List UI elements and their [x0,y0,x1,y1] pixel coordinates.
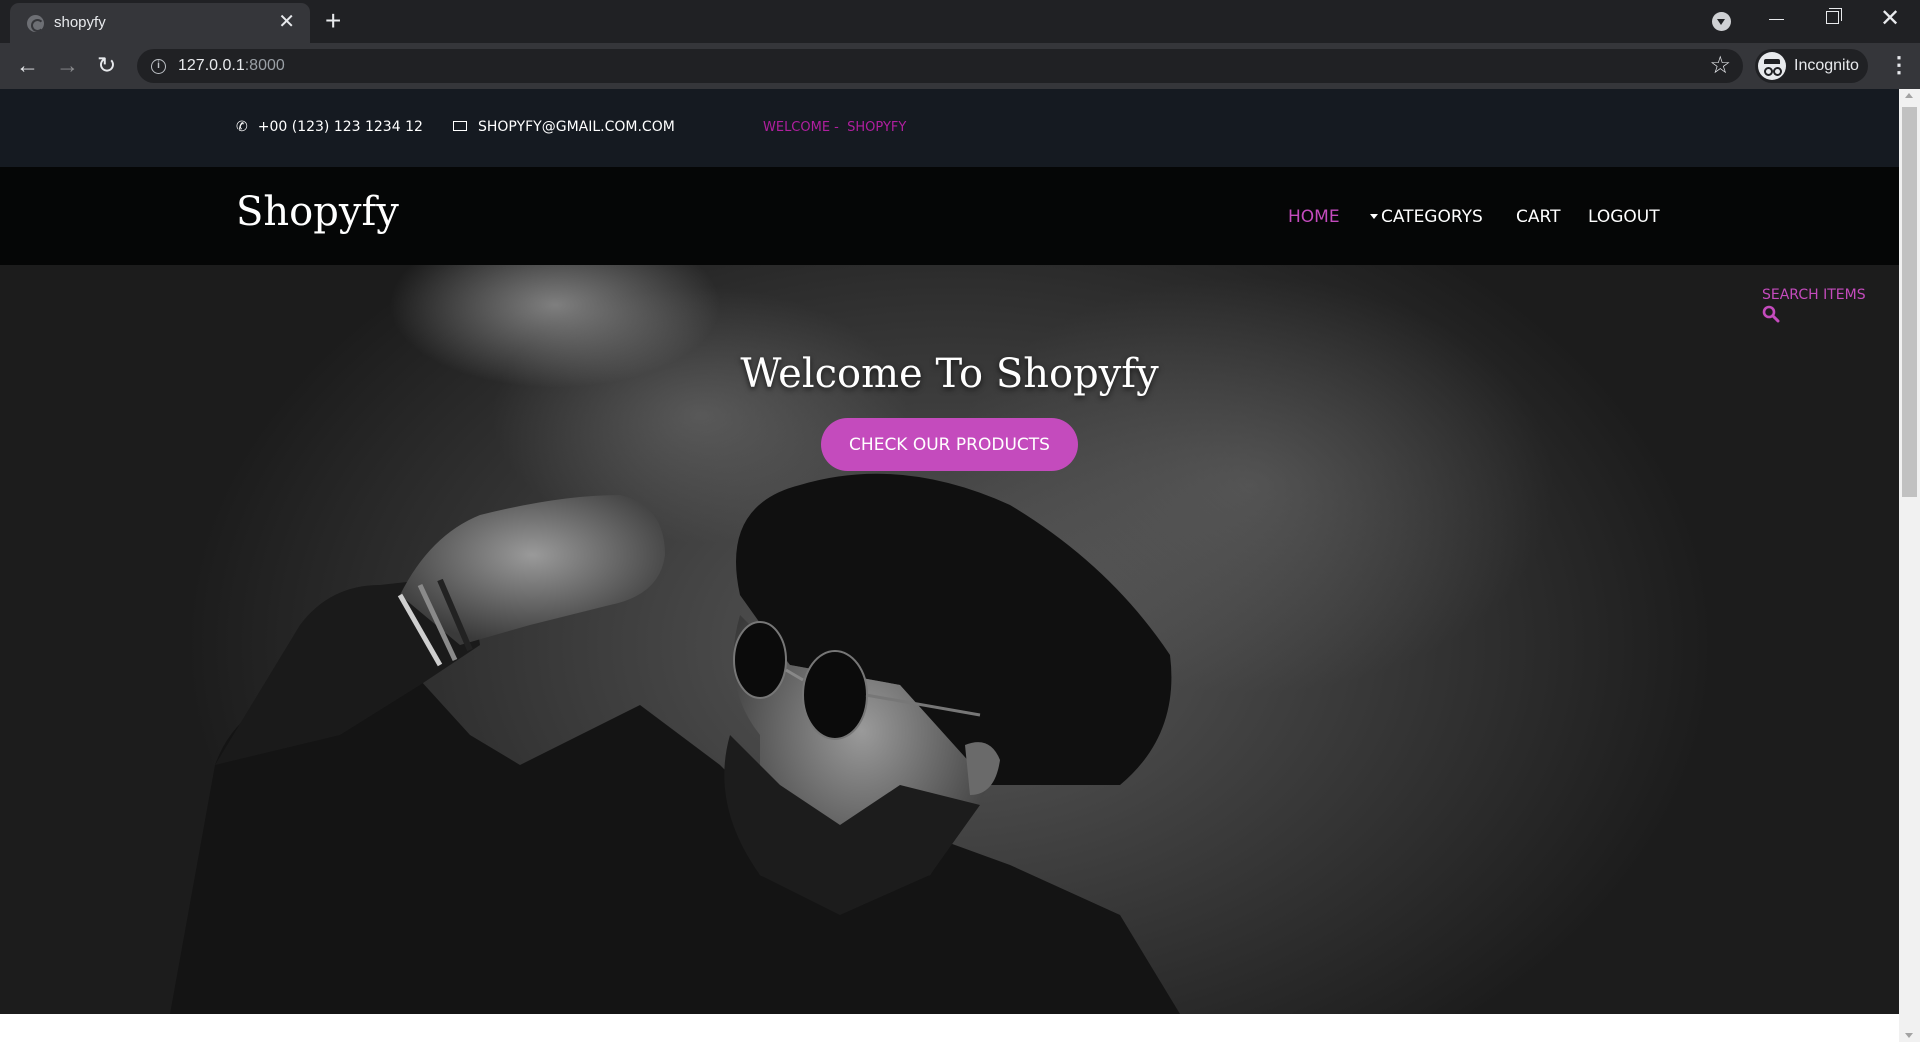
incognito-badge[interactable]: Incognito [1755,49,1868,83]
browser-tab[interactable]: shopyfy ✕ [10,3,310,43]
new-tab-button[interactable]: + [325,5,341,37]
globe-icon [27,15,44,32]
tab-title: shopyfy [54,14,106,31]
reload-icon[interactable]: ↻ [97,53,116,77]
search-icon[interactable] [1762,305,1780,323]
contact-topbar: ✆ +00 (123) 123 1234 12 SHOPYFY@GMAIL.COM… [0,89,1899,167]
site-info-icon[interactable]: i [151,59,166,74]
hero-title: Welcome To Shopyfy [740,351,1159,397]
welcome-message: WELCOME - SHOPYFY [763,120,907,135]
incognito-label: Incognito [1794,57,1859,74]
scroll-thumb[interactable] [1902,107,1917,497]
scroll-down-arrow-icon[interactable] [1905,1033,1913,1038]
mail-icon [453,121,467,131]
close-tab-icon[interactable]: ✕ [278,10,295,34]
back-arrow-icon[interactable]: ← [16,53,39,77]
nav-categories-label: CATEGORYS [1381,207,1483,227]
contact-phone: ✆ +00 (123) 123 1234 12 [236,119,423,135]
restore-button[interactable] [1826,8,1842,24]
phone-text: +00 (123) 123 1234 12 [257,119,423,135]
brand-logo[interactable]: Shopyfy [236,189,399,235]
address-bar[interactable]: i 127.0.0.1:8000 ☆ [137,49,1743,83]
bookmark-star-icon[interactable]: ☆ [1709,51,1731,81]
incognito-icon [1758,52,1786,80]
window-close-button[interactable]: ✕ [1880,4,1900,34]
browser-menu-icon[interactable]: ⋮ [1888,51,1910,79]
page-viewport: ✆ +00 (123) 123 1234 12 SHOPYFY@GMAIL.COM… [0,89,1899,1042]
main-navbar: Shopyfy HOME CATEGORYS CART LOGOUT [0,167,1899,265]
scroll-up-arrow-icon[interactable] [1905,93,1913,98]
nav-categories-dropdown[interactable]: CATEGORYS [1370,207,1483,227]
url-text[interactable]: 127.0.0.1:8000 [178,57,285,75]
browser-toolbar: ← → ↻ i 127.0.0.1:8000 ☆ Incognito ⋮ [0,43,1920,89]
check-products-button[interactable]: CHECK OUR PRODUCTS [821,418,1078,471]
caret-down-icon [1370,214,1378,219]
browser-tabstrip: shopyfy ✕ + ✕ [0,0,1920,43]
media-control-icon[interactable] [1712,12,1731,31]
nav-home-link[interactable]: HOME [1288,207,1340,227]
page-scrollbar[interactable] [1899,89,1920,1042]
nav-cart-link[interactable]: CART [1516,207,1560,227]
search-items-label[interactable]: SEARCH ITEMS [1762,287,1866,303]
hero-banner: SEARCH ITEMS Welcome To Shopyfy CHECK OU… [0,265,1899,1014]
minimize-button[interactable] [1769,19,1784,20]
url-host: 127.0.0.1 [178,57,245,74]
contact-email: SHOPYFY@GMAIL.COM.COM [453,119,675,135]
email-text: SHOPYFY@GMAIL.COM.COM [478,119,675,135]
nav-logout-link[interactable]: LOGOUT [1588,207,1660,227]
phone-icon: ✆ [236,119,248,135]
url-port: :8000 [244,57,285,74]
forward-arrow-icon[interactable]: → [56,53,79,77]
